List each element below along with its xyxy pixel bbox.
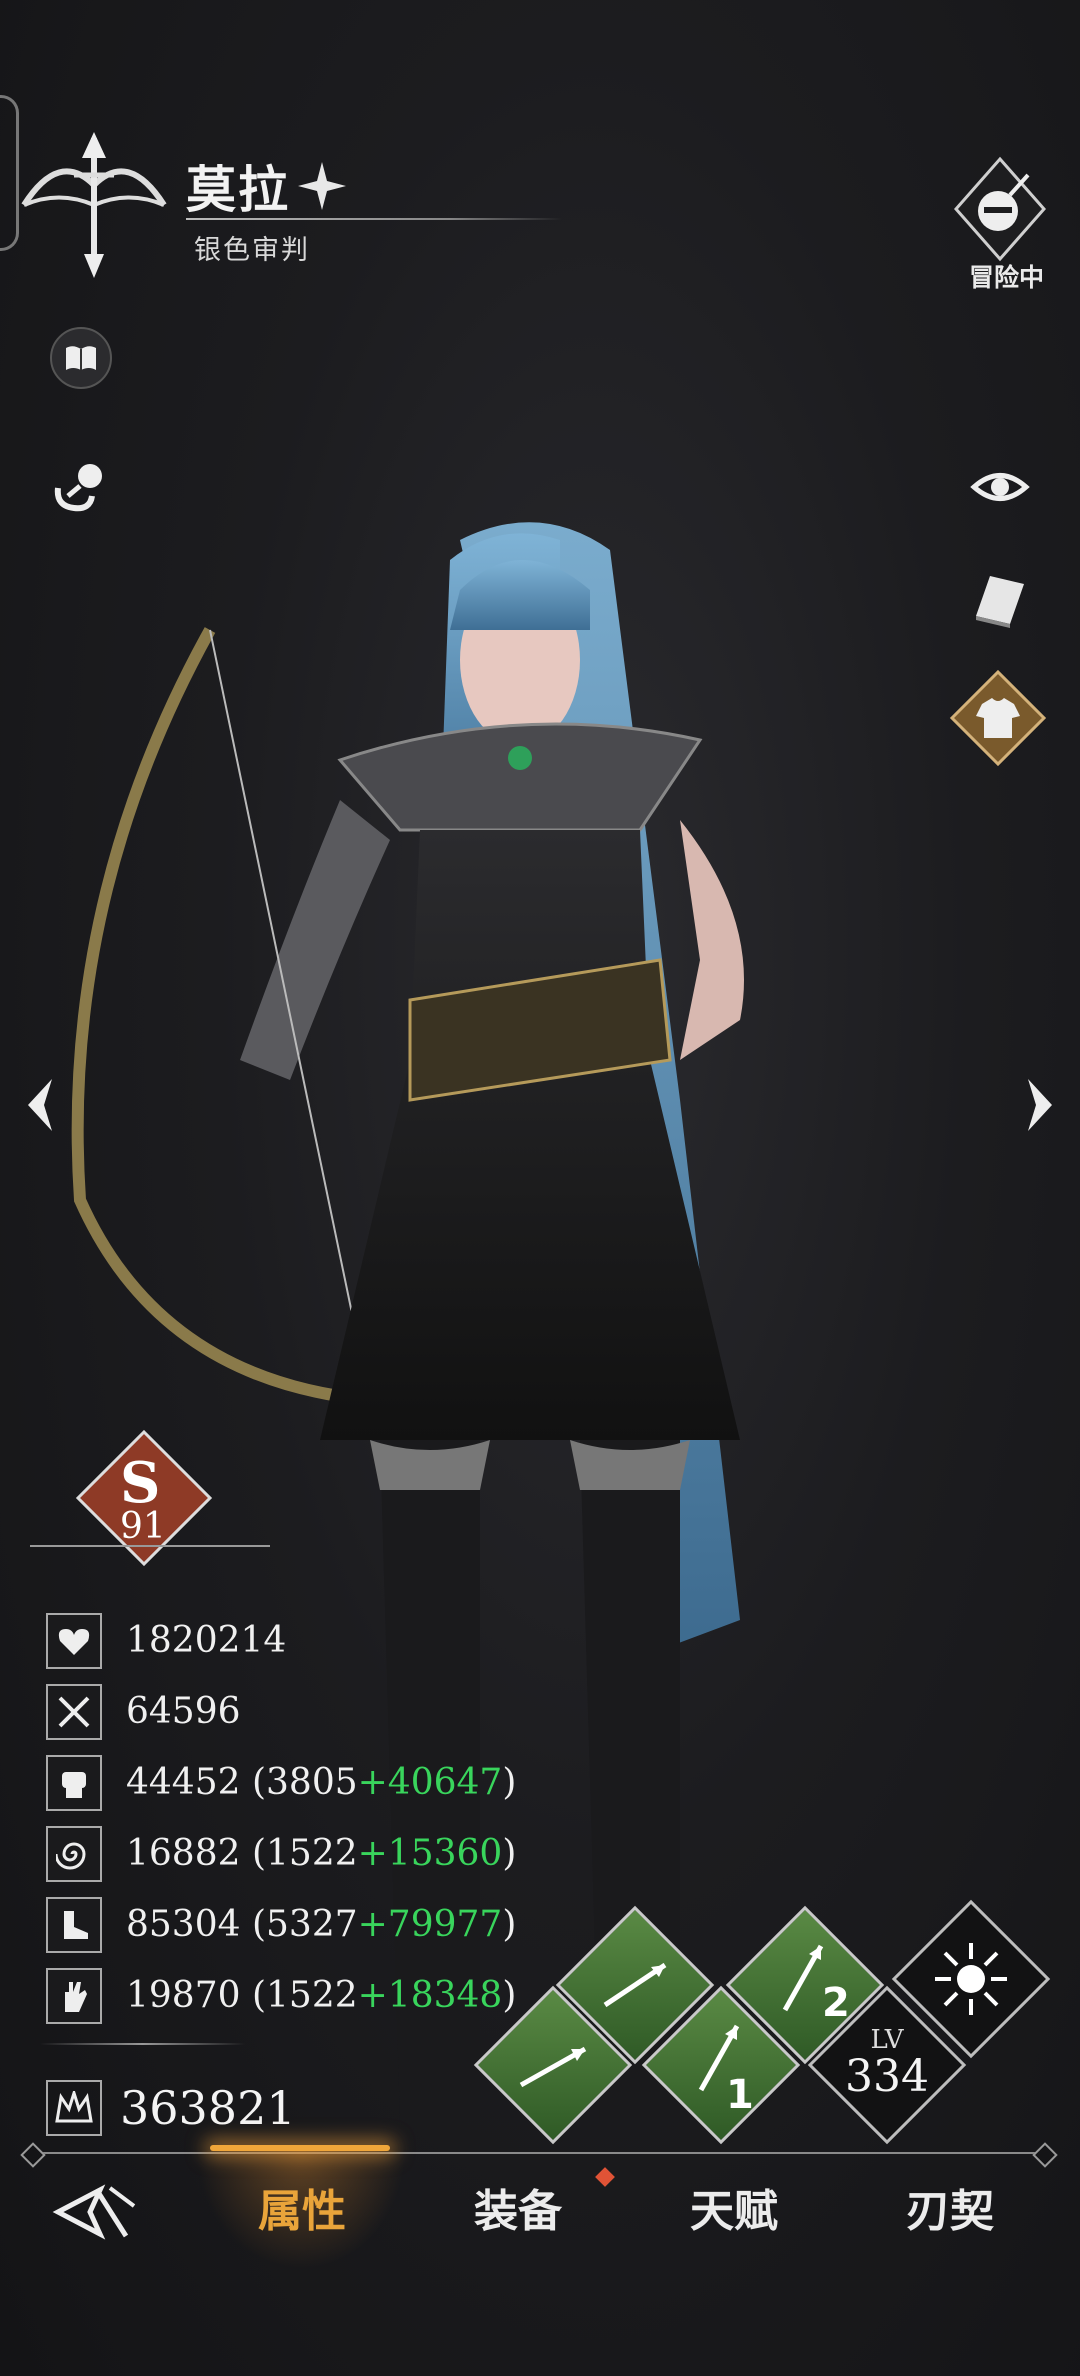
stat-row-strength: 44452 (3805+40647) (46, 1747, 546, 1818)
combat-power: 363821 (46, 2080, 296, 2136)
arrow-shot-icon (519, 2046, 587, 2088)
stat-value: 16882 (1522+15360) (126, 1833, 517, 1874)
crossed-swords-icon (46, 1683, 102, 1740)
adventure-status-label: 冒险中 (968, 263, 1044, 292)
skill-slot-1[interactable]: 1 (641, 1985, 801, 2145)
star-icon (298, 162, 346, 210)
bow-class-emblem (21, 132, 167, 278)
stats-divider (40, 2043, 245, 2045)
stat-row-intellect: 16882 (1522+15360) (46, 1818, 546, 1889)
tab-talent[interactable]: 天赋 (634, 2172, 834, 2252)
level-label: LV (870, 2025, 904, 2055)
tab-equipment[interactable]: 装备 (418, 2172, 618, 2252)
stat-value: 44452 (3805+40647) (126, 1762, 517, 1803)
rank-level: 91 (120, 1506, 166, 1547)
nav-divider (28, 2152, 1050, 2154)
combat-power-value: 363821 (120, 2081, 296, 2135)
skill-slot-arrow[interactable] (473, 1985, 633, 2145)
skill-level: LV 334 (812, 2026, 962, 2100)
character-name: 莫拉 (186, 161, 290, 219)
boot-icon (46, 1896, 102, 1953)
rank-badge: S 91 (30, 1428, 270, 1568)
skill-slot-number: 1 (726, 2072, 754, 2118)
level-value: 334 (845, 2051, 929, 2102)
stat-row-agility: 85304 (5327+79977) (46, 1889, 546, 1960)
heart-icon (46, 1612, 102, 1669)
crown-icon (46, 2080, 102, 2136)
stat-value: 1820214 (126, 1620, 287, 1661)
active-tab-indicator (210, 2145, 390, 2151)
stat-value: 64596 (126, 1691, 241, 1732)
book-icon (66, 346, 96, 370)
name-underline (186, 218, 562, 220)
stat-row-spirit: 19870 (1522+18348) (46, 1960, 546, 2031)
spiral-icon (46, 1825, 102, 1882)
stats-list: 1820214 64596 44452 (3805+40647) 16882 (… (46, 1605, 546, 2031)
stat-value: 19870 (1522+18348) (126, 1975, 517, 2016)
hand-icon (46, 1967, 102, 2024)
tab-attributes[interactable]: 属性 (202, 2172, 402, 2252)
skill-level-slot[interactable]: LV 334 (807, 1985, 967, 2145)
codex-button[interactable] (50, 327, 112, 389)
back-button[interactable] (50, 2176, 140, 2246)
character-title: 银色审判 (194, 235, 310, 266)
back-arrow-icon (52, 2184, 136, 2240)
fist-icon (46, 1754, 102, 1811)
tab-blade-pact[interactable]: 刃契 (850, 2172, 1050, 2252)
stat-row-attack: 64596 (46, 1676, 546, 1747)
stat-row-hp: 1820214 (46, 1605, 546, 1676)
stat-value: 85304 (5327+79977) (126, 1904, 517, 1945)
